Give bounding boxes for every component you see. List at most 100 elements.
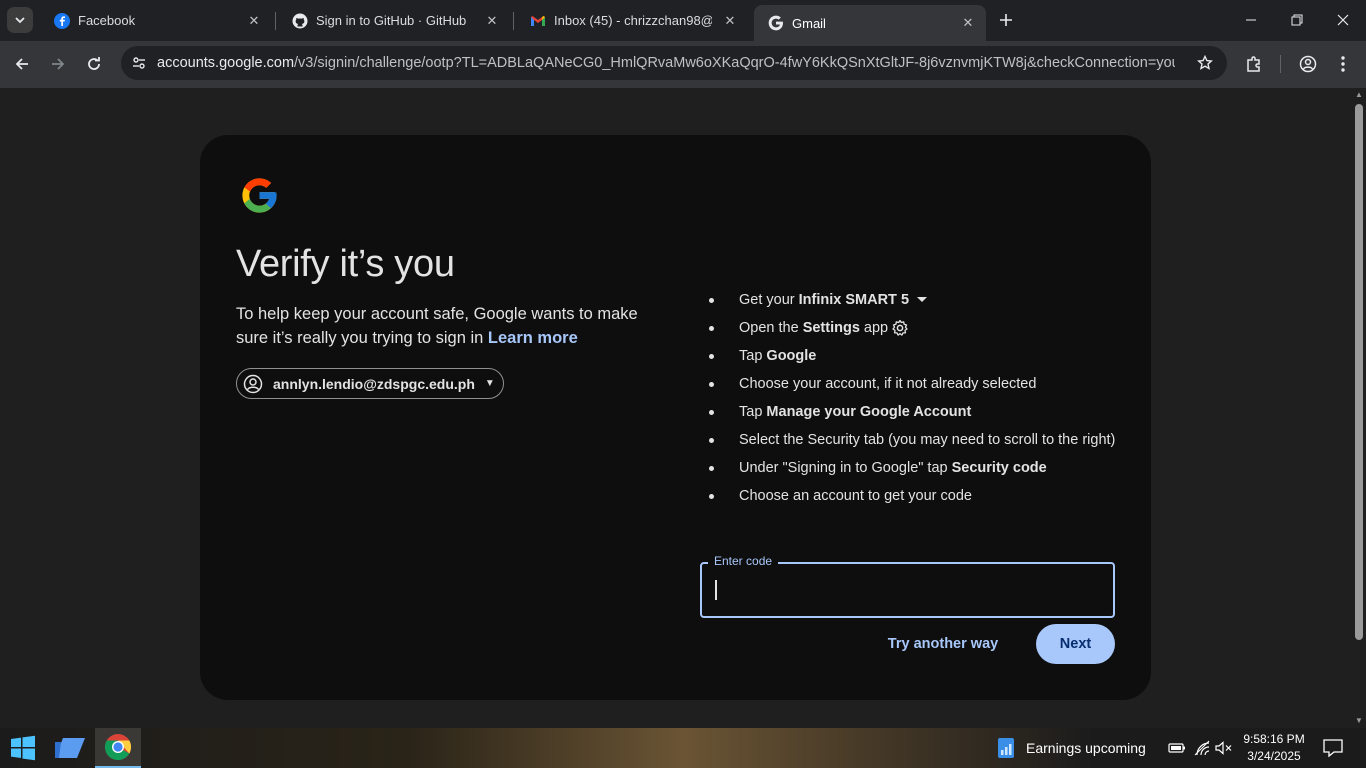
google-logo-icon <box>242 178 277 213</box>
try-another-way-button[interactable]: Try another way <box>876 624 1010 664</box>
code-input[interactable] <box>714 578 1094 602</box>
folder-icon <box>55 738 85 758</box>
toolbar-divider <box>1280 55 1281 73</box>
scroll-up-arrow-icon[interactable]: ▲ <box>1355 91 1363 99</box>
step-bold: Settings <box>802 320 860 336</box>
page-scrollbar[interactable]: ▲ ▼ <box>1352 88 1366 728</box>
facebook-icon <box>54 12 70 29</box>
list-item: Choose an account to get your code <box>709 486 1119 506</box>
browser-toolbar: accounts.google.com/v3/signin/challenge/… <box>0 41 1366 88</box>
tab-title: Gmail <box>792 15 826 31</box>
text-cursor <box>715 580 717 600</box>
chrome-icon <box>104 734 132 761</box>
step-text: Tap <box>739 348 767 364</box>
bullet <box>709 382 714 387</box>
close-icon <box>1337 14 1349 26</box>
account-email: annlyn.lendio@zdspgc.edu.ph <box>273 375 475 392</box>
tab-github[interactable]: Sign in to GitHub · GitHub ✕ <box>278 5 510 36</box>
scroll-thumb[interactable] <box>1355 104 1363 640</box>
step-text: Tap <box>739 404 767 420</box>
address-bar[interactable]: accounts.google.com/v3/signin/challenge/… <box>121 46 1227 80</box>
code-field-label: Enter code <box>708 554 779 568</box>
browser-chrome: Facebook ✕ Sign in to GitHub · GitHub ✕ … <box>0 0 1366 88</box>
new-tab-button[interactable] <box>995 9 1017 31</box>
list-item: Open the Settings app <box>709 318 1119 338</box>
tab-title: Inbox (45) - chrizzchan98@gmail.com <box>554 13 712 28</box>
list-item: Select the Security tab (you may need to… <box>709 430 1119 450</box>
tab-separator <box>513 12 514 30</box>
tab-facebook[interactable]: Facebook ✕ <box>40 5 272 36</box>
menu-kebab-icon[interactable] <box>1331 52 1355 76</box>
step-text: Select the Security tab (you may need to… <box>739 432 1116 448</box>
plus-icon <box>1000 14 1012 26</box>
next-button[interactable]: Next <box>1036 624 1115 664</box>
step-bold: Infinix SMART 5 <box>798 292 910 308</box>
start-button[interactable] <box>0 728 46 768</box>
chrome-taskbar-button[interactable] <box>95 728 141 768</box>
forward-button[interactable] <box>44 50 72 78</box>
bullet <box>709 326 714 331</box>
bullet <box>709 354 714 359</box>
instruction-list: Get your Infinix SMART 5 Open the Settin… <box>709 290 1119 514</box>
minimize-button[interactable] <box>1228 0 1274 40</box>
step-bold: Security code <box>951 460 1047 476</box>
page-title: Verify it’s you <box>236 243 455 285</box>
arrow-left-icon <box>15 58 28 70</box>
close-icon[interactable]: ✕ <box>484 13 500 29</box>
url-text: accounts.google.com/v3/signin/challenge/… <box>157 55 1175 71</box>
restore-button[interactable] <box>1274 0 1320 40</box>
list-item: Get your Infinix SMART 5 <box>709 290 1119 310</box>
tab-search-button[interactable] <box>7 7 33 33</box>
gmail-icon <box>530 13 546 29</box>
file-explorer-taskbar-button[interactable] <box>48 728 92 768</box>
widget-text: Earnings upcoming <box>1026 740 1146 756</box>
profile-icon[interactable] <box>1296 52 1320 76</box>
clock-date: 3/24/2025 <box>1247 749 1301 763</box>
step-text: Choose an account to get your code <box>739 488 972 504</box>
stock-report-icon <box>998 738 1014 758</box>
caret-down-icon: ▼ <box>484 378 495 389</box>
list-item: Tap Manage your Google Account <box>709 402 1119 422</box>
step-bold: Manage your Google Account <box>766 404 972 420</box>
bullet <box>709 410 714 415</box>
scroll-down-arrow-icon[interactable]: ▼ <box>1355 717 1363 725</box>
list-item: Tap Google <box>709 346 1119 366</box>
speaker-muted-icon[interactable] <box>1214 738 1234 758</box>
chevron-down-icon <box>15 17 25 24</box>
account-chip[interactable]: annlyn.lendio@zdspgc.edu.ph ▼ <box>236 368 504 399</box>
arrow-right-icon <box>52 58 65 70</box>
learn-more-link[interactable]: Learn more <box>488 329 578 347</box>
list-item: Choose your account, if it not already s… <box>709 374 1119 394</box>
step-text: app <box>859 320 889 336</box>
gear-icon <box>891 319 909 337</box>
windows-logo-icon <box>11 735 35 761</box>
step-text: Choose your account, if it not already s… <box>739 376 1037 392</box>
system-clock[interactable]: 9:58:16 PM 3/24/2025 <box>1234 731 1314 765</box>
url-path: /v3/signin/challenge/ootp?TL=ADBLaQANeCG… <box>294 55 1175 71</box>
close-icon[interactable]: ✕ <box>246 13 262 29</box>
close-icon[interactable]: ✕ <box>722 13 738 29</box>
close-icon[interactable]: ✕ <box>960 15 976 31</box>
site-info-icon[interactable] <box>129 53 149 73</box>
tab-gmail-inbox[interactable]: Inbox (45) - chrizzchan98@gmail.com ✕ <box>516 5 748 36</box>
page-description: To help keep your account safe, Google w… <box>236 302 656 350</box>
wifi-icon[interactable] <box>1192 738 1212 758</box>
step-bold: Google <box>766 348 817 364</box>
close-window-button[interactable] <box>1320 0 1366 40</box>
battery-icon[interactable] <box>1167 738 1187 758</box>
reload-button[interactable] <box>80 50 108 78</box>
tab-strip: Facebook ✕ Sign in to GitHub · GitHub ✕ … <box>0 0 1366 41</box>
minimize-icon <box>1246 19 1256 21</box>
back-button[interactable] <box>8 50 36 78</box>
step-text: Get your <box>739 292 799 308</box>
earnings-widget[interactable]: Earnings upcoming <box>996 736 1146 760</box>
extensions-icon[interactable] <box>1242 52 1266 76</box>
taskbar: Earnings upcoming 9:58:16 PM 3/24/2025 <box>0 728 1366 768</box>
bullet <box>709 466 714 471</box>
caret-down-icon[interactable] <box>917 297 928 303</box>
bookmark-star-icon[interactable] <box>1195 53 1215 73</box>
clock-time: 9:58:16 PM <box>1243 732 1305 746</box>
bullet <box>709 494 714 499</box>
notification-icon[interactable] <box>1322 738 1344 758</box>
tab-gmail[interactable]: Gmail ✕ <box>754 5 986 41</box>
